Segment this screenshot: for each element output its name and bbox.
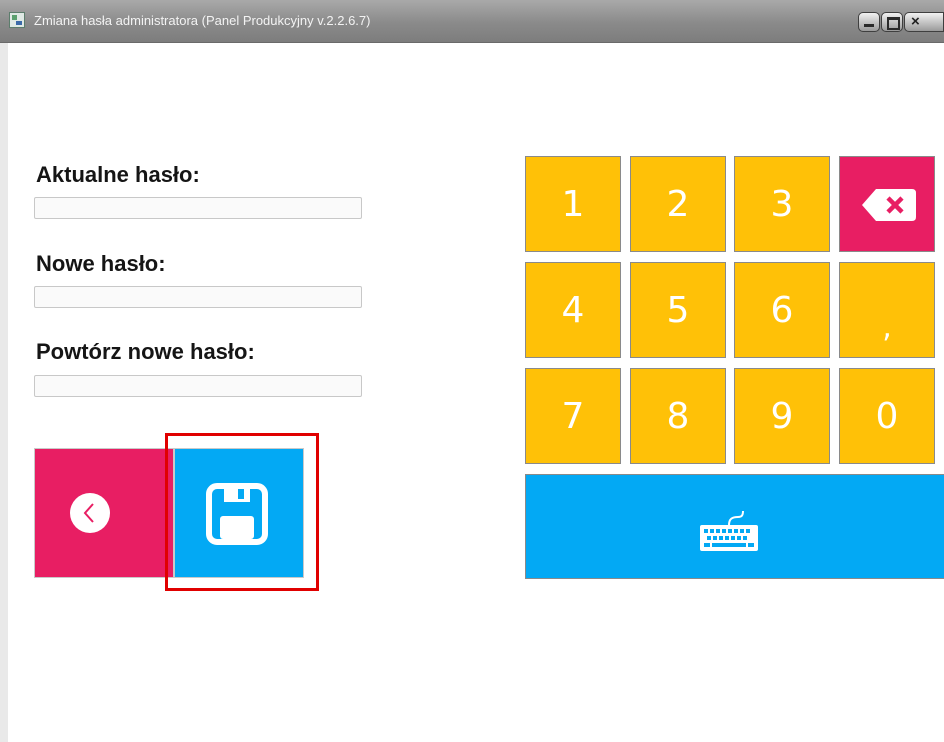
back-button[interactable] bbox=[34, 448, 174, 578]
chevron-left-icon bbox=[70, 493, 110, 533]
backspace-key[interactable] bbox=[839, 156, 935, 252]
save-button-highlight bbox=[165, 433, 319, 591]
key-6[interactable]: 6 bbox=[734, 262, 830, 358]
repeat-password-label: Powtórz nowe hasło: bbox=[36, 339, 255, 364]
key-0[interactable]: 0 bbox=[839, 368, 935, 464]
close-button[interactable]: × bbox=[904, 12, 944, 32]
key-1[interactable]: 1 bbox=[525, 156, 621, 252]
current-password-label: Aktualne hasło: bbox=[36, 162, 200, 187]
new-password-label: Nowe hasło: bbox=[36, 251, 166, 276]
key-8[interactable]: 8 bbox=[630, 368, 726, 464]
key-9[interactable]: 9 bbox=[734, 368, 830, 464]
on-screen-keyboard-button[interactable] bbox=[525, 474, 944, 579]
key-5[interactable]: 5 bbox=[630, 262, 726, 358]
maximize-button[interactable] bbox=[881, 12, 903, 32]
key-2[interactable]: 2 bbox=[630, 156, 726, 252]
key-3[interactable]: 3 bbox=[734, 156, 830, 252]
repeat-password-field[interactable] bbox=[34, 375, 362, 397]
current-password-field[interactable] bbox=[34, 197, 362, 219]
backspace-icon bbox=[862, 189, 916, 221]
key-4[interactable]: 4 bbox=[525, 262, 621, 358]
key-comma[interactable]: , bbox=[839, 262, 935, 358]
keyboard-icon bbox=[700, 510, 758, 551]
close-icon: × bbox=[911, 13, 920, 30]
new-password-field[interactable] bbox=[34, 286, 362, 308]
key-7[interactable]: 7 bbox=[525, 368, 621, 464]
window-title: Zmiana hasła administratora (Panel Produ… bbox=[34, 13, 371, 28]
minimize-icon bbox=[864, 24, 874, 27]
window-left-edge bbox=[0, 43, 8, 742]
minimize-button[interactable] bbox=[858, 12, 880, 32]
app-icon bbox=[9, 12, 25, 28]
maximize-icon bbox=[887, 17, 900, 30]
title-bar: Zmiana hasła administratora (Panel Produ… bbox=[0, 0, 944, 43]
